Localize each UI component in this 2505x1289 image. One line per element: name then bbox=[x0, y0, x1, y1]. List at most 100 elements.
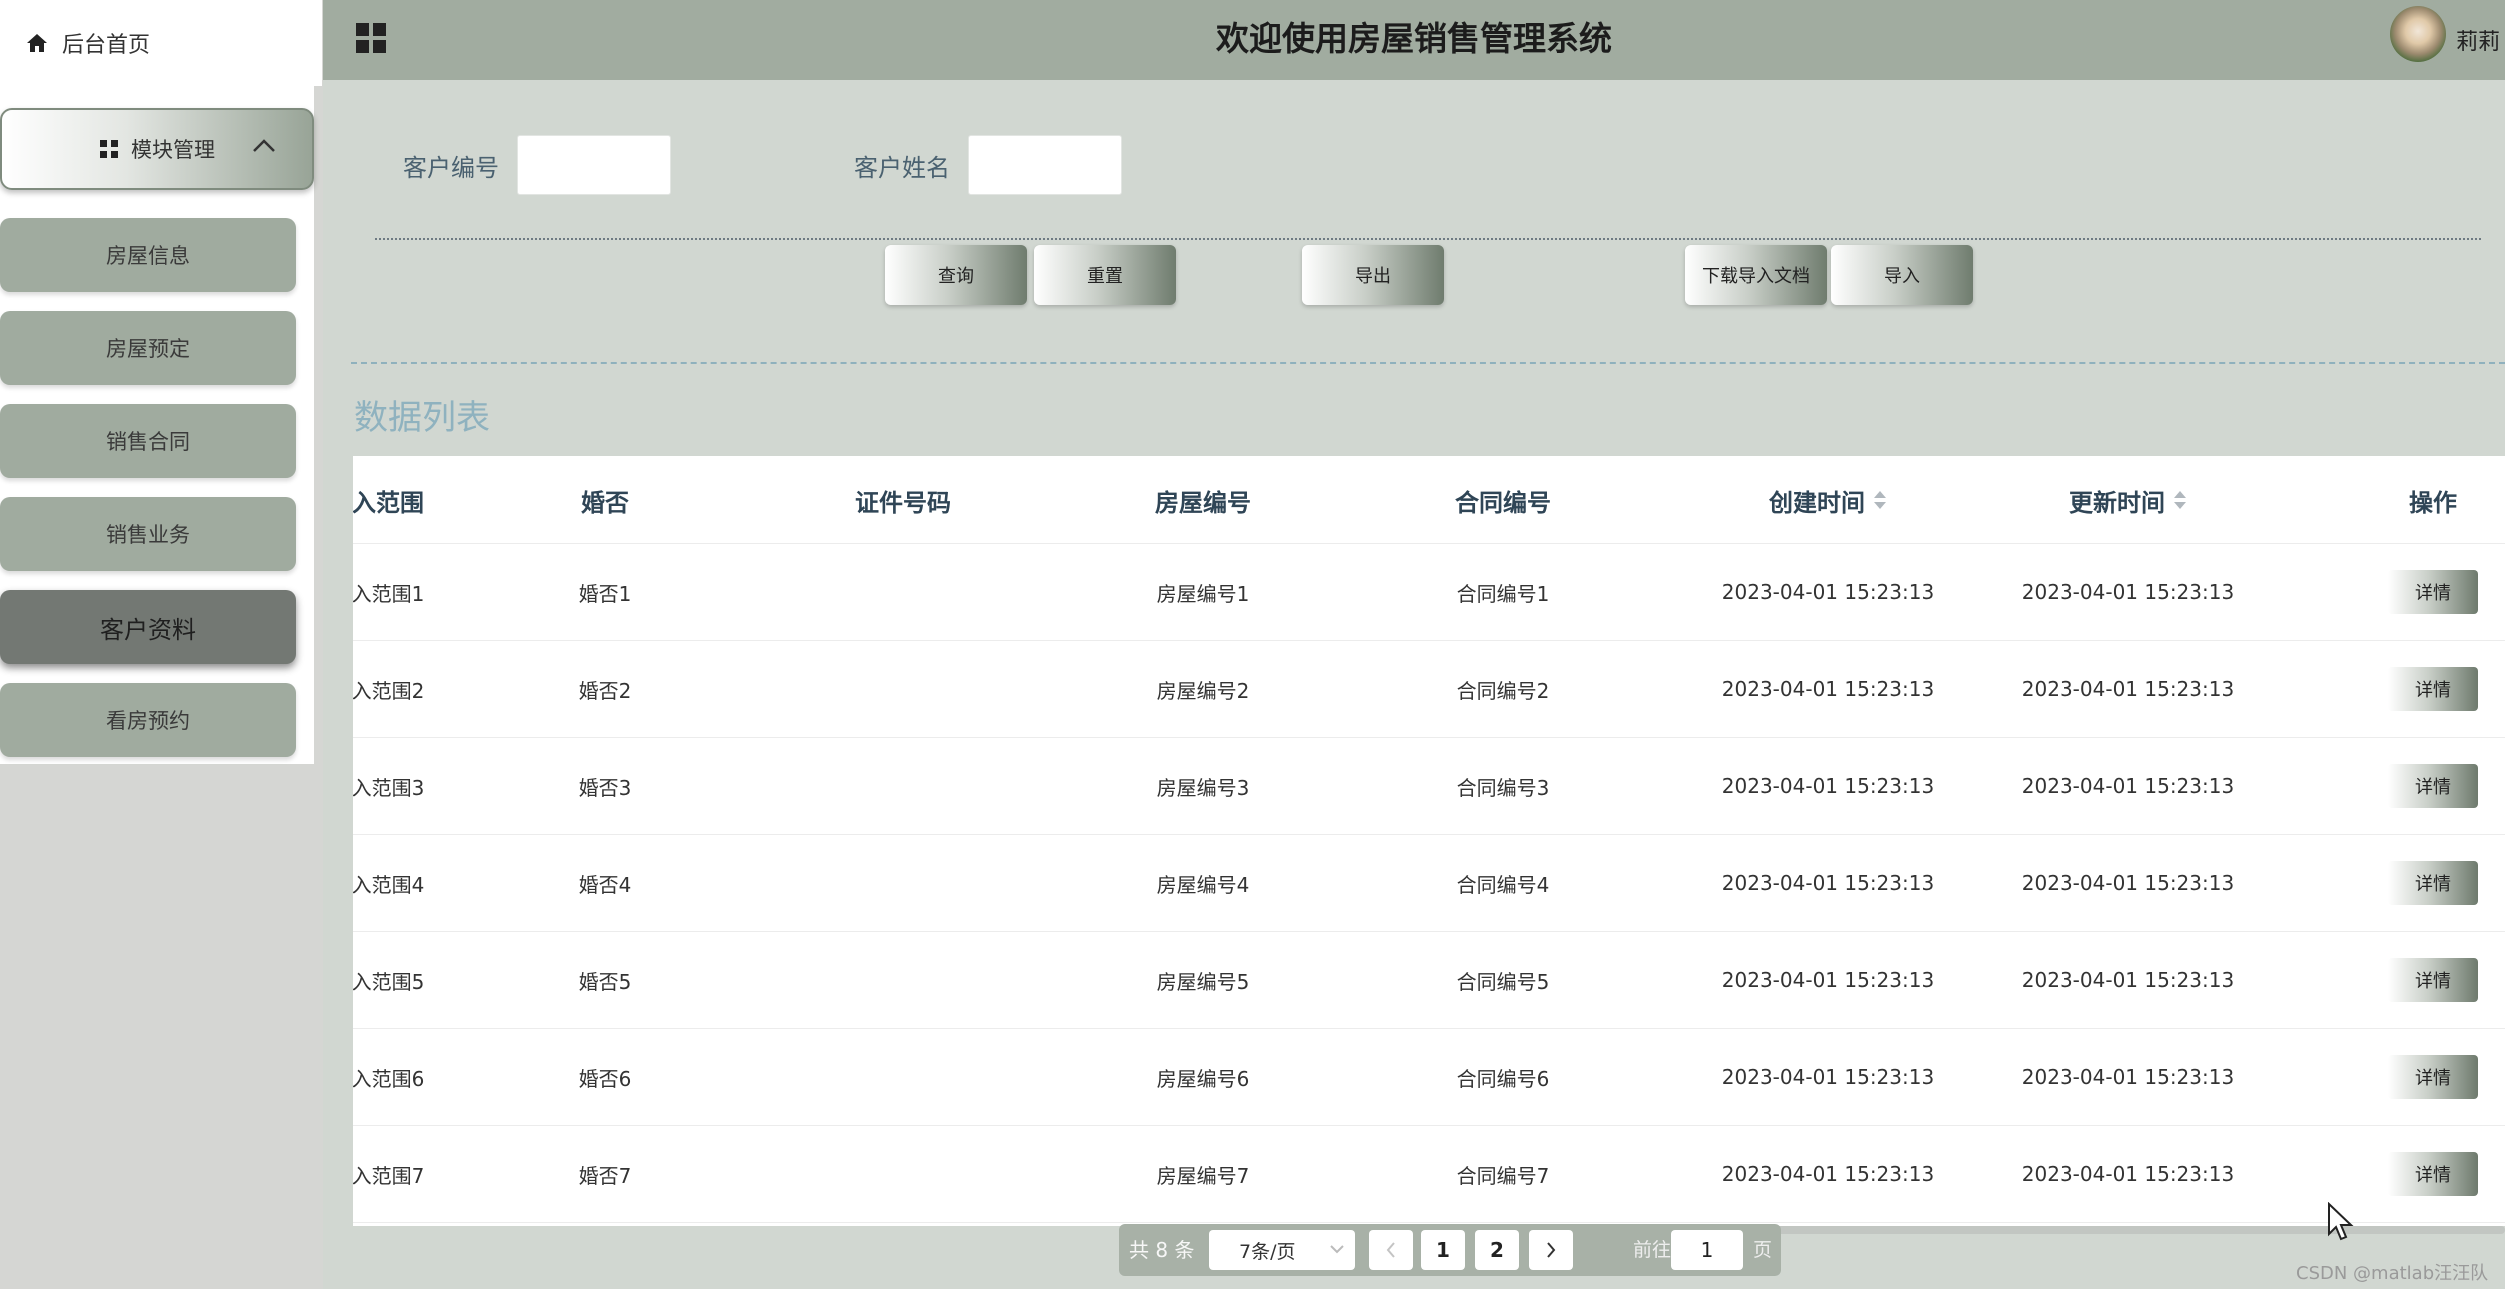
cell-actions: 详情 bbox=[2383, 738, 2483, 834]
menu-toggle-icon[interactable] bbox=[355, 22, 387, 54]
cell-created-time: 2023-04-01 15:23:13 bbox=[1721, 774, 1935, 798]
pagination: 共 8 条 7条/页 1 2 前往 1 页 bbox=[1119, 1224, 1781, 1276]
user-name[interactable]: 莉莉 bbox=[2456, 24, 2500, 56]
created-time-label: 创建时间 bbox=[1769, 488, 1865, 517]
table-row: 入范围2 婚否2 房屋编号2 合同编号2 2023-04-01 15:23:13 2023… bbox=[353, 641, 2505, 738]
sidebar-item-customer-info[interactable]: 客户资料 bbox=[0, 590, 296, 664]
section-divider bbox=[351, 362, 2505, 364]
cell-married: 婚否2 bbox=[578, 678, 632, 703]
cell-married: 婚否3 bbox=[578, 775, 632, 800]
cell-created-time: 2023-04-01 15:23:13 bbox=[1721, 1162, 1935, 1186]
cell-updated-time: 2023-04-01 15:23:13 bbox=[2021, 580, 2235, 604]
detail-button[interactable]: 详情 bbox=[2388, 958, 2478, 1002]
column-header-range: 入范围 bbox=[353, 488, 424, 517]
table-row: 入范围7 婚否7 房屋编号7 合同编号7 2023-04-01 15:23:13 2023… bbox=[353, 1126, 2505, 1223]
cell-created-time: 2023-04-01 15:23:13 bbox=[1721, 968, 1935, 992]
cell-updated-time: 2023-04-01 15:23:13 bbox=[2021, 1162, 2235, 1186]
sidebar: 后台首页 模块管理 房屋信息 房屋预定 销售合同 销售业务 客户资料 看房预约 bbox=[0, 0, 323, 1289]
cell-married: 婚否7 bbox=[578, 1163, 632, 1188]
column-header-married: 婚否 bbox=[581, 488, 629, 517]
detail-button[interactable]: 详情 bbox=[2388, 570, 2478, 614]
table-row: 入范围1 婚否1 房屋编号1 合同编号1 2023-04-01 15:23:13 2023… bbox=[353, 544, 2505, 641]
table-header: 入范围 婚否 证件号码 房屋编号 合同编号 创建时间 更新时间 操作 bbox=[353, 456, 2505, 544]
sidebar-item-house-info[interactable]: 房屋信息 bbox=[0, 218, 296, 292]
chevron-right-icon bbox=[1547, 1242, 1556, 1258]
page-title: 欢迎使用房屋销售管理系统 bbox=[1216, 19, 1612, 58]
sidebar-item-sales-business[interactable]: 销售业务 bbox=[0, 497, 296, 571]
jump-page-input[interactable]: 1 bbox=[1671, 1230, 1743, 1270]
page-button-2[interactable]: 2 bbox=[1475, 1230, 1519, 1270]
column-header-updated-time[interactable]: 更新时间 bbox=[1978, 456, 2278, 544]
cell-actions: 详情 bbox=[2383, 932, 2483, 1028]
cell-contract-number: 合同编号5 bbox=[1456, 969, 1550, 994]
cell-married: 婚否4 bbox=[578, 872, 632, 897]
chevron-up-icon bbox=[253, 139, 275, 152]
cell-range: 入范围6 bbox=[353, 1066, 425, 1091]
cell-contract-number: 合同编号6 bbox=[1456, 1066, 1550, 1091]
cell-updated-time: 2023-04-01 15:23:13 bbox=[2021, 774, 2235, 798]
data-table: 入范围 婚否 证件号码 房屋编号 合同编号 创建时间 更新时间 操作 入范围1 婚… bbox=[353, 456, 2505, 1226]
top-bar: 欢迎使用房屋销售管理系统 bbox=[323, 0, 2505, 80]
sidebar-item-house-booking[interactable]: 房屋预定 bbox=[0, 311, 296, 385]
cell-house-number: 房屋编号6 bbox=[1156, 1066, 1250, 1091]
sort-icon[interactable] bbox=[2173, 489, 2187, 511]
sidebar-item-viewing-appointment[interactable]: 看房预约 bbox=[0, 683, 296, 757]
cell-actions: 详情 bbox=[2383, 1029, 2483, 1125]
sidebar-menu-panel: 模块管理 房屋信息 房屋预定 销售合同 销售业务 客户资料 看房预约 bbox=[0, 86, 314, 764]
cell-actions: 详情 bbox=[2383, 1126, 2483, 1222]
reset-button[interactable]: 重置 bbox=[1034, 245, 1176, 305]
cell-id-number bbox=[803, 1029, 1003, 1125]
column-header-actions: 操作 bbox=[2409, 488, 2457, 517]
cell-house-number: 房屋编号5 bbox=[1156, 969, 1250, 994]
cell-contract-number: 合同编号7 bbox=[1456, 1163, 1550, 1188]
page-size-value: 7条/页 bbox=[1239, 1240, 1296, 1263]
cell-created-time: 2023-04-01 15:23:13 bbox=[1721, 677, 1935, 701]
column-header-created-time[interactable]: 创建时间 bbox=[1678, 456, 1978, 544]
cell-married: 婚否5 bbox=[578, 969, 632, 994]
divider bbox=[375, 238, 2481, 240]
data-list-title: 数据列表 bbox=[354, 398, 490, 438]
avatar[interactable] bbox=[2390, 6, 2446, 62]
query-button[interactable]: 查询 bbox=[885, 245, 1027, 305]
cell-range: 入范围7 bbox=[353, 1163, 425, 1188]
grid-icon bbox=[100, 140, 118, 158]
detail-button[interactable]: 详情 bbox=[2388, 1152, 2478, 1196]
cell-married: 婚否1 bbox=[578, 581, 632, 606]
total-count: 共 8 条 bbox=[1129, 1238, 1195, 1262]
page-button-1[interactable]: 1 bbox=[1421, 1230, 1465, 1270]
cell-range: 入范围3 bbox=[353, 775, 425, 800]
cell-range: 入范围1 bbox=[353, 581, 425, 606]
sidebar-item-sales-contract[interactable]: 销售合同 bbox=[0, 404, 296, 478]
export-button[interactable]: 导出 bbox=[1302, 245, 1444, 305]
cell-married: 婚否6 bbox=[578, 1066, 632, 1091]
column-header-contract-number: 合同编号 bbox=[1455, 488, 1551, 517]
cell-contract-number: 合同编号4 bbox=[1456, 872, 1550, 897]
page-size-select[interactable]: 7条/页 bbox=[1209, 1230, 1355, 1270]
column-header-house-number: 房屋编号 bbox=[1155, 488, 1251, 517]
cell-house-number: 房屋编号1 bbox=[1156, 581, 1250, 606]
sidebar-home-link[interactable]: 后台首页 bbox=[0, 0, 322, 86]
main-content: 客户编号 客户姓名 查询 重置 导出 下载导入文档 导入 数据列表 入范围 婚否… bbox=[323, 80, 2505, 1289]
module-management-toggle[interactable]: 模块管理 bbox=[0, 108, 314, 190]
detail-button[interactable]: 详情 bbox=[2388, 764, 2478, 808]
cell-contract-number: 合同编号3 bbox=[1456, 775, 1550, 800]
detail-button[interactable]: 详情 bbox=[2388, 667, 2478, 711]
customer-name-input[interactable] bbox=[968, 135, 1122, 195]
sort-icon[interactable] bbox=[1873, 489, 1887, 511]
cell-id-number bbox=[803, 835, 1003, 931]
cell-range: 入范围5 bbox=[353, 969, 425, 994]
customer-number-input[interactable] bbox=[517, 135, 671, 195]
detail-button[interactable]: 详情 bbox=[2388, 861, 2478, 905]
cell-updated-time: 2023-04-01 15:23:13 bbox=[2021, 871, 2235, 895]
download-template-button[interactable]: 下载导入文档 bbox=[1685, 245, 1827, 305]
mouse-cursor-icon bbox=[2328, 1202, 2354, 1241]
customer-number-label: 客户编号 bbox=[403, 154, 499, 182]
prev-page-button[interactable] bbox=[1369, 1230, 1413, 1270]
cell-id-number bbox=[803, 932, 1003, 1028]
table-row: 入范围6 婚否6 房屋编号6 合同编号6 2023-04-01 15:23:13 2023… bbox=[353, 1029, 2505, 1126]
detail-button[interactable]: 详情 bbox=[2388, 1055, 2478, 1099]
import-button[interactable]: 导入 bbox=[1831, 245, 1973, 305]
next-page-button[interactable] bbox=[1529, 1230, 1573, 1270]
cell-updated-time: 2023-04-01 15:23:13 bbox=[2021, 677, 2235, 701]
cell-id-number bbox=[803, 1126, 1003, 1222]
